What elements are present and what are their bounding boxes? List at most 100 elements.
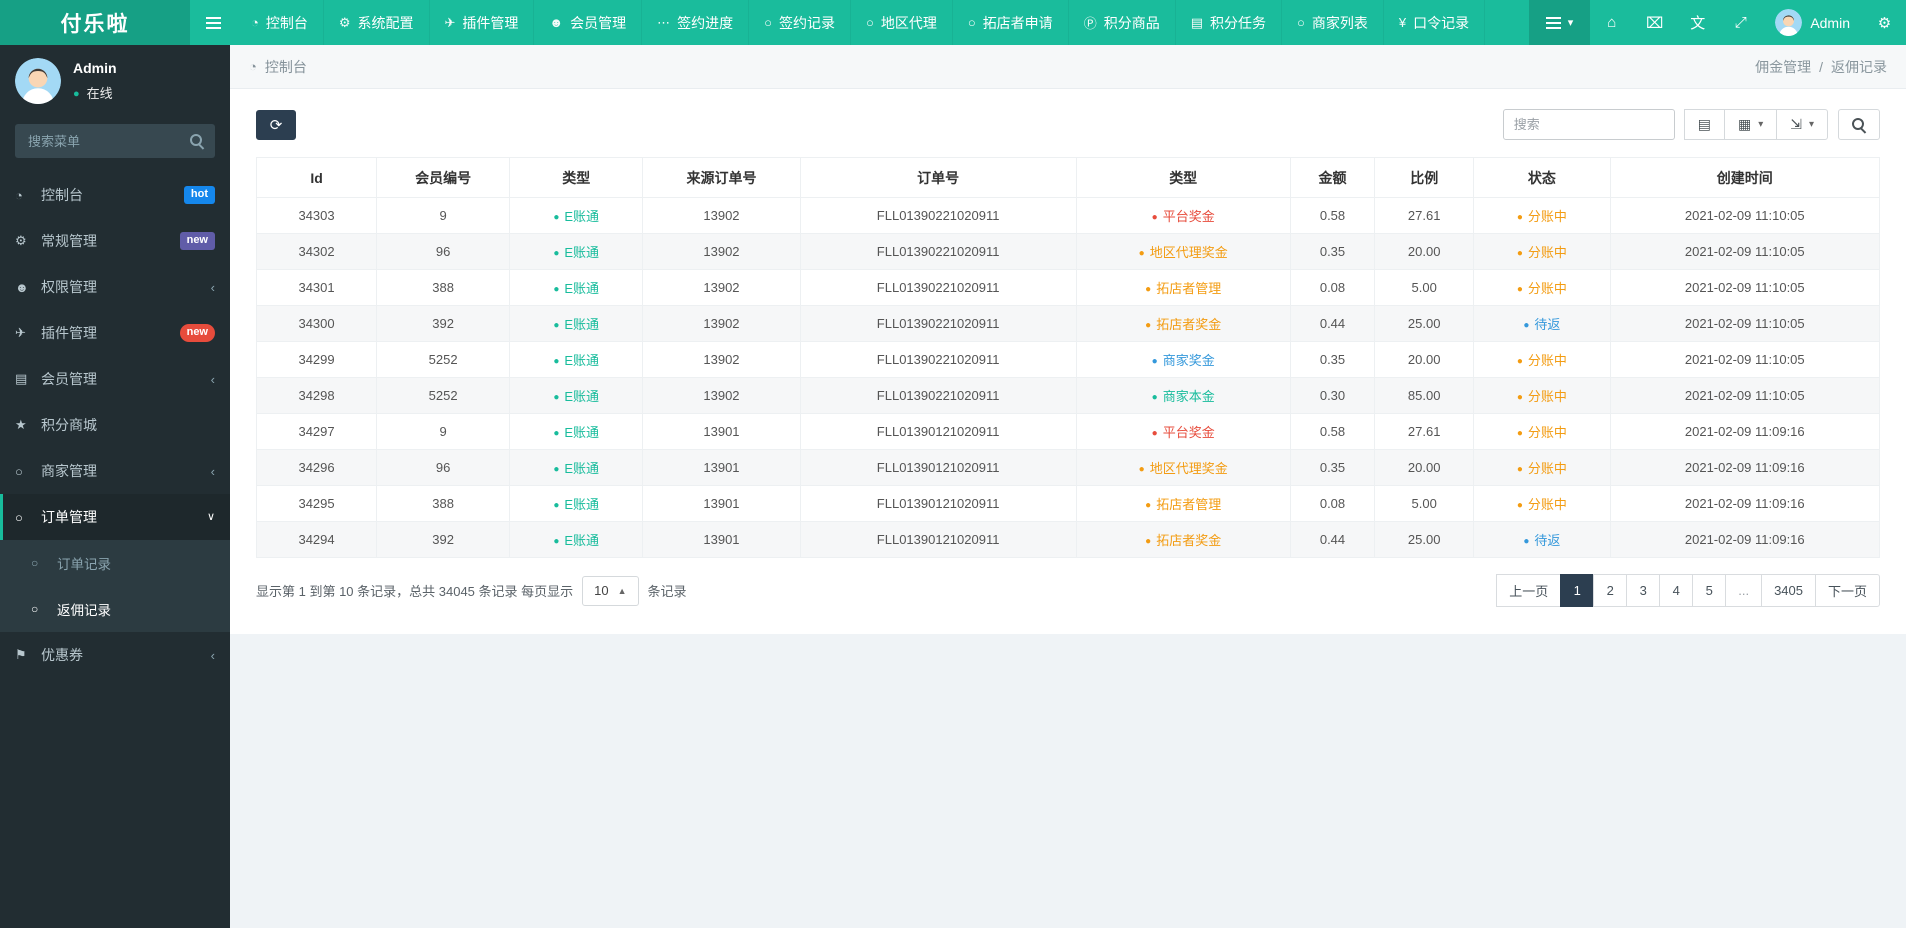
- top-menu-item[interactable]: ¥ 口令记录: [1384, 0, 1486, 45]
- top-menu-item[interactable]: ○ 签约记录: [749, 0, 851, 45]
- table-row[interactable]: 34303 9 E账通 13902 FLL01390221020911 平台奖金…: [255, 197, 1881, 234]
- cell-status: 分账中: [1473, 485, 1611, 522]
- top-menu-item[interactable]: ☻ 会员管理: [534, 0, 643, 45]
- content-panel: ⟳ ▤ ▦ ▾: [230, 89, 1906, 634]
- page-button[interactable]: 3: [1626, 574, 1661, 607]
- brand-logo[interactable]: 付乐啦: [0, 0, 190, 45]
- cell-status: 待返: [1473, 305, 1611, 342]
- cell-order-no: FLL01390221020911: [799, 341, 1077, 378]
- page-button[interactable]: ...: [1725, 574, 1763, 607]
- sidebar-menu-item[interactable]: ○ 商家管理 ‹: [0, 448, 230, 494]
- page-size-select[interactable]: 10 ▲: [582, 575, 639, 606]
- settings-button[interactable]: ⚙: [1863, 0, 1906, 45]
- account-type-label: E账通: [553, 209, 599, 224]
- top-menu-item[interactable]: ○ 商家列表: [1282, 0, 1384, 45]
- top-menu-item[interactable]: ⚙ 系统配置: [324, 0, 430, 45]
- table-row[interactable]: 34298 5252 E账通 13902 FLL01390221020911 商…: [255, 377, 1881, 414]
- menu-search-input[interactable]: [15, 124, 215, 158]
- top-menu-item-label: 插件管理: [462, 14, 519, 31]
- page-size-value: 10: [594, 583, 609, 598]
- account-type-label: E账通: [553, 353, 599, 368]
- status-badge: hot: [183, 186, 215, 204]
- table-row[interactable]: 34294 392 E账通 13901 FLL01390121020911 拓店…: [255, 521, 1881, 558]
- sidebar-menu-item[interactable]: ○ 返佣记录: [0, 586, 230, 632]
- cell-order-no: FLL01390121020911: [799, 485, 1077, 522]
- top-menu-item[interactable]: ○ 拓店者申请: [953, 0, 1069, 45]
- sidebar-menu-item[interactable]: ▤ 会员管理 ‹: [0, 356, 230, 402]
- sidebar-menu-item[interactable]: ○ 订单管理 ∨: [0, 494, 230, 540]
- table-row[interactable]: 34297 9 E账通 13901 FLL01390121020911 平台奖金…: [255, 413, 1881, 450]
- sidebar-toggle-button[interactable]: [190, 0, 236, 45]
- sidebar-menu-item[interactable]: ⚙ 常规管理 new: [0, 218, 230, 264]
- page-button[interactable]: 下一页: [1814, 574, 1880, 607]
- cell-source-order-no: 13901: [642, 485, 801, 522]
- table-row[interactable]: 34301 388 E账通 13902 FLL01390221020911 拓店…: [255, 269, 1881, 306]
- sidebar-menu-item[interactable]: ☻ 权限管理 ‹: [0, 264, 230, 310]
- circle-o-icon: ○: [15, 463, 23, 479]
- table-row[interactable]: 34299 5252 E账通 13902 FLL01390221020911 商…: [255, 341, 1881, 378]
- cell-member-no: 9: [376, 413, 511, 450]
- cell-source-order-no: 13902: [642, 341, 801, 378]
- clear-cache-button[interactable]: ⌧: [1633, 0, 1676, 45]
- more-menus-dropdown[interactable]: ▾: [1528, 0, 1591, 45]
- column-header[interactable]: 会员编号: [376, 157, 511, 198]
- page-button[interactable]: 上一页: [1496, 574, 1562, 607]
- page-button[interactable]: 5: [1692, 574, 1727, 607]
- cell-account-type: E账通: [509, 449, 644, 486]
- table-row[interactable]: 34302 96 E账通 13902 FLL01390221020911 地区代…: [255, 233, 1881, 270]
- sidebar-menu-item[interactable]: ⚑ 优惠券 ‹: [0, 632, 230, 678]
- page-button[interactable]: 2: [1593, 574, 1628, 607]
- column-header[interactable]: 类型: [509, 157, 644, 198]
- table-row[interactable]: 34300 392 E账通 13902 FLL01390221020911 拓店…: [255, 305, 1881, 342]
- page-button[interactable]: 4: [1659, 574, 1694, 607]
- export-dropdown-button[interactable]: ⇲ ▾: [1776, 109, 1828, 140]
- top-menu-item[interactable]: ○ 地区代理: [851, 0, 953, 45]
- cell-member-no: 5252: [376, 377, 511, 414]
- fullscreen-button[interactable]: ⤢: [1719, 0, 1762, 45]
- caret-down-icon: ▾: [1758, 119, 1764, 130]
- top-menu-item-label: 地区代理: [880, 14, 937, 31]
- chevron-icon: ∨: [206, 510, 215, 523]
- table-row[interactable]: 34295 388 E账通 13901 FLL01390121020911 拓店…: [255, 485, 1881, 522]
- column-header[interactable]: 比例: [1374, 157, 1475, 198]
- sidebar-menu-item[interactable]: ◔ 控制台 hot: [0, 172, 230, 218]
- cell-member-no: 5252: [376, 341, 511, 378]
- user-menu[interactable]: Admin: [1762, 0, 1863, 45]
- status-label: 待返: [1523, 317, 1560, 332]
- sidebar-menu-item[interactable]: ✈ 插件管理 new: [0, 310, 230, 356]
- breadcrumb-location: ◔ 控制台: [249, 57, 307, 77]
- refresh-button[interactable]: ⟳: [256, 109, 296, 140]
- cell-order-no: FLL01390221020911: [799, 197, 1077, 234]
- cell-status: 分账中: [1473, 449, 1611, 486]
- column-header[interactable]: Id: [255, 157, 378, 198]
- page-button[interactable]: 1: [1560, 574, 1595, 607]
- cell-id: 34296: [255, 449, 378, 486]
- language-button[interactable]: 文: [1676, 0, 1719, 45]
- top-menu-item[interactable]: ⋯ 签约进度: [642, 0, 750, 45]
- top-menu-item[interactable]: Ⓟ 积分商品: [1069, 0, 1176, 45]
- sidebar-item-label: 插件管理: [41, 325, 97, 341]
- column-header[interactable]: 订单号: [799, 157, 1077, 198]
- cell-member-no: 392: [376, 305, 511, 342]
- circle-o-icon: ○: [31, 556, 39, 570]
- search-button[interactable]: [1838, 109, 1880, 140]
- sidebar-menu-item[interactable]: ★ 积分商城: [0, 402, 230, 448]
- cell-ratio: 20.00: [1374, 449, 1475, 486]
- detail-view-button[interactable]: ▤: [1683, 109, 1725, 140]
- top-menu-item[interactable]: ✈ 插件管理: [430, 0, 535, 45]
- table-search-input[interactable]: [1502, 109, 1675, 140]
- sidebar-menu-item[interactable]: ○ 订单记录: [0, 540, 230, 586]
- column-header[interactable]: 来源订单号: [642, 157, 801, 198]
- columns-dropdown-button[interactable]: ▦ ▾: [1723, 109, 1778, 140]
- home-button[interactable]: ⌂: [1590, 0, 1633, 45]
- page-button[interactable]: 3405: [1761, 574, 1816, 607]
- top-menu-item[interactable]: ▤ 积分任务: [1176, 0, 1282, 45]
- column-header[interactable]: 创建时间: [1609, 157, 1881, 198]
- cell-id: 34295: [255, 485, 378, 522]
- column-header[interactable]: 金额: [1289, 157, 1376, 198]
- top-menu-item[interactable]: ◔ 控制台: [236, 0, 324, 45]
- cell-created-at: 2021-02-09 11:10:05: [1609, 341, 1881, 378]
- table-row[interactable]: 34296 96 E账通 13901 FLL01390121020911 地区代…: [255, 449, 1881, 486]
- column-header[interactable]: 状态: [1473, 157, 1611, 198]
- column-header[interactable]: 类型: [1075, 157, 1291, 198]
